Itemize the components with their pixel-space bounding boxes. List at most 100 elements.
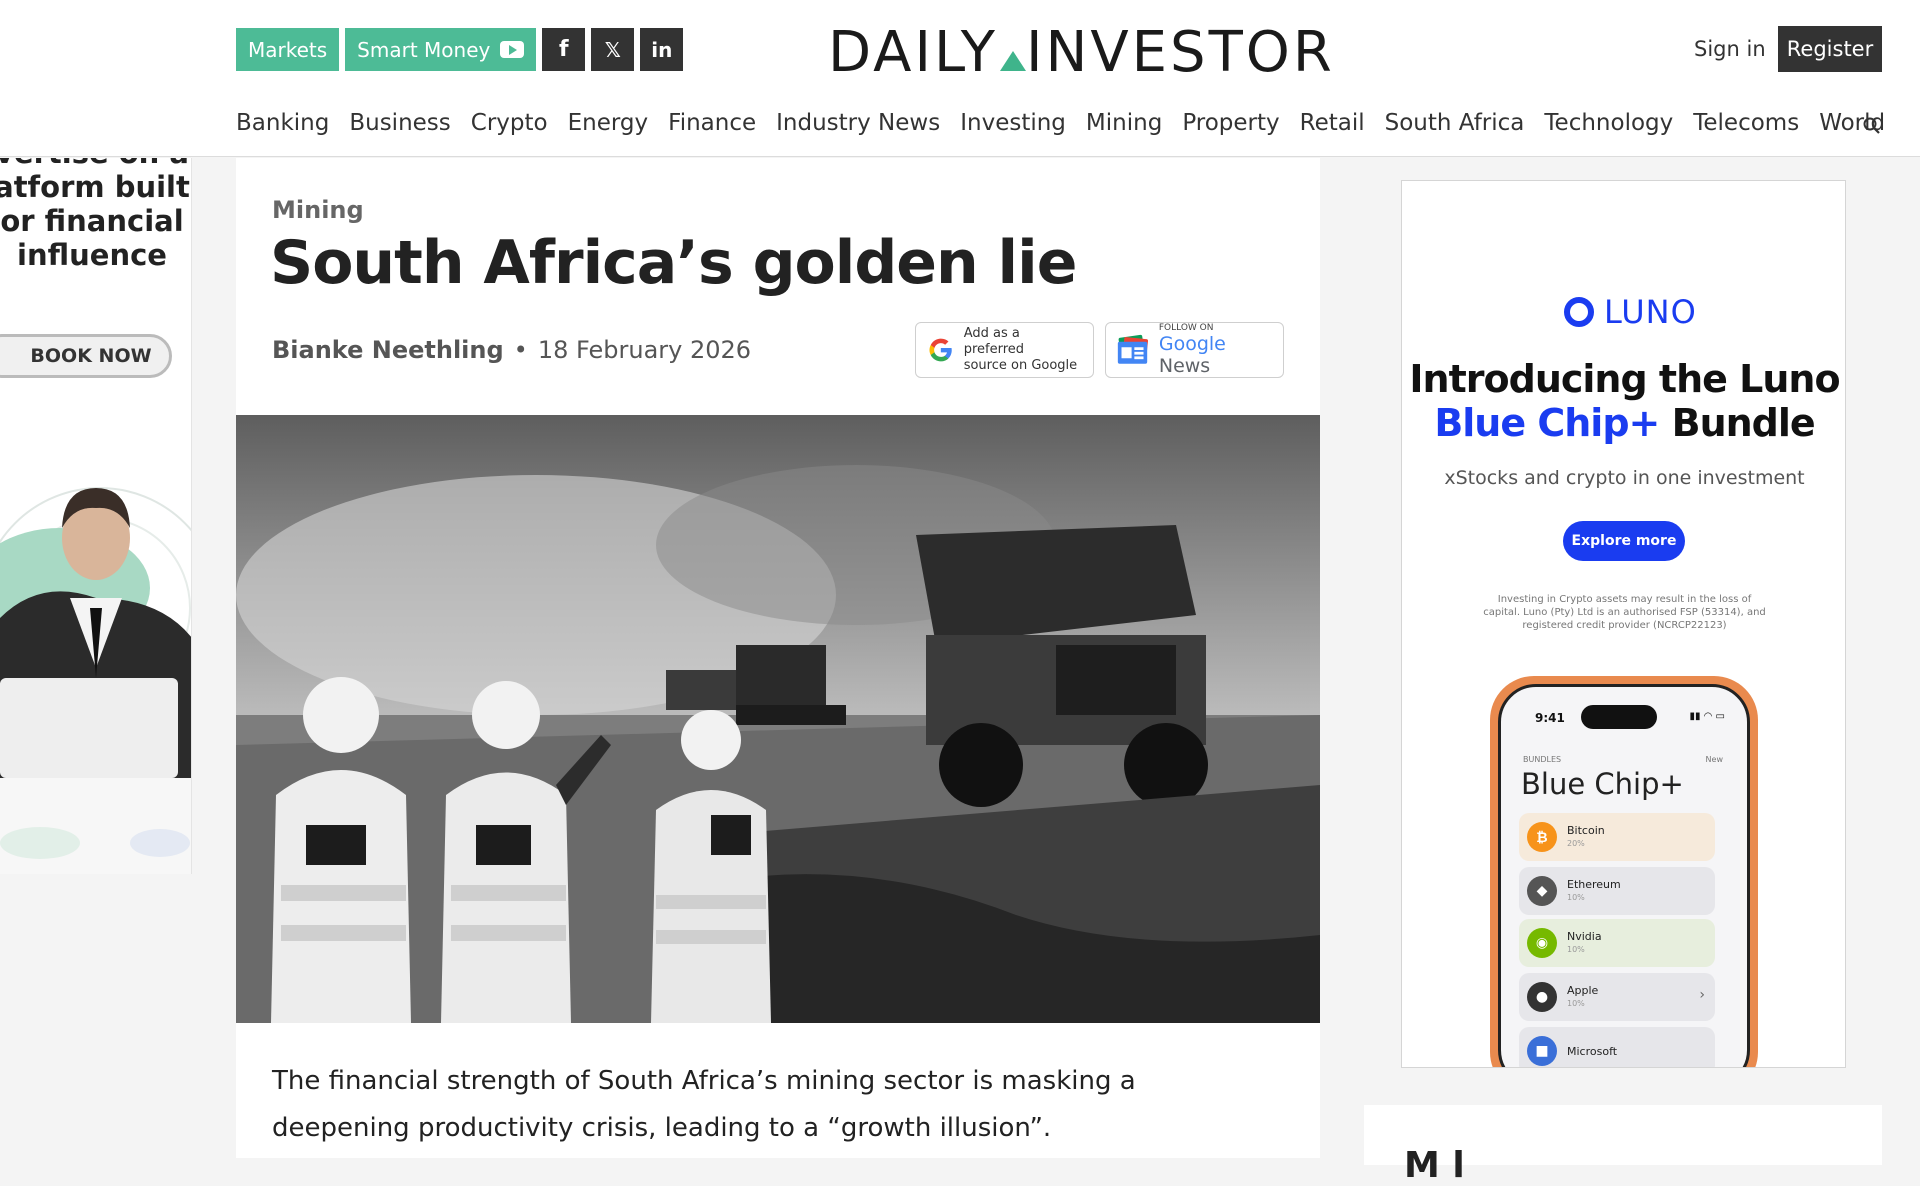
- dynamic-island: [1581, 705, 1657, 729]
- google-pref-line: Add as a preferred: [963, 326, 1024, 357]
- asset-name: Apple 10%: [1567, 984, 1598, 1010]
- nav-item-retail[interactable]: Retail: [1300, 110, 1365, 136]
- smart-money-label: Smart Money: [357, 37, 491, 62]
- ad-headline-blue: Blue Chip+: [1434, 401, 1660, 445]
- google-preferred-text: Add as a preferred source on Google: [964, 326, 1083, 374]
- ad-headline-line1: Introducing the Luno: [1409, 357, 1840, 401]
- site-logo[interactable]: DAILY INVESTOR: [828, 20, 1335, 85]
- smart-money-button[interactable]: Smart Money: [345, 28, 537, 71]
- logo-daily: DAILY: [828, 20, 998, 85]
- phone-time: 9:41: [1535, 711, 1565, 725]
- news-word: News: [1158, 355, 1211, 377]
- follow-google-news-button[interactable]: FOLLOW ON Google News: [1105, 322, 1284, 378]
- bitcoin-icon: ₿: [1527, 822, 1557, 852]
- asset-name: Microsoft: [1567, 1045, 1617, 1058]
- linkedin-icon[interactable]: in: [640, 28, 684, 71]
- logo-investor: INVESTOR: [1025, 20, 1335, 85]
- nav-item-telecoms[interactable]: Telecoms: [1693, 110, 1799, 136]
- microsoft-icon: ■: [1527, 1036, 1557, 1066]
- ad-subtitle: xStocks and crypto in one investment: [1444, 467, 1805, 489]
- nav-item-energy[interactable]: Energy: [568, 110, 649, 136]
- nav-item-industry-news[interactable]: Industry News: [776, 110, 940, 136]
- nav-item-south-africa[interactable]: South Africa: [1385, 110, 1525, 136]
- nav-item-investing[interactable]: Investing: [960, 110, 1066, 136]
- asset-title: Apple: [1567, 984, 1599, 997]
- asset-title: Bitcoin: [1567, 824, 1605, 837]
- sidebar-widget: M l: [1364, 1105, 1882, 1186]
- byline: Bianke Neethling • 18 February 2026: [272, 336, 751, 364]
- explore-more-button[interactable]: Explore more: [1563, 521, 1685, 561]
- facebook-glyph: f: [559, 37, 569, 62]
- linkedin-glyph: in: [651, 37, 673, 62]
- phone-title: Blue Chip+: [1521, 767, 1684, 801]
- markets-button[interactable]: Markets: [236, 28, 340, 71]
- facebook-icon[interactable]: f: [542, 28, 586, 71]
- asset-pct: 10%: [1567, 893, 1585, 902]
- asset-row: ₿ Bitcoin 20%: [1519, 813, 1715, 861]
- asset-title: Nvidia: [1567, 930, 1602, 943]
- google-news-text: Google News: [1159, 333, 1273, 377]
- google-preferred-source-button[interactable]: Add as a preferred source on Google: [915, 322, 1094, 378]
- asset-row: ■ Microsoft: [1519, 1027, 1715, 1067]
- asset-name: Nvidia 10%: [1567, 930, 1602, 956]
- asset-row: ◉ Nvidia 10%: [1519, 919, 1715, 967]
- ad-headline-line2: Blue Chip+ Bundle: [1402, 401, 1845, 445]
- article-lede: The financial strength of South Africa’s…: [272, 1066, 1136, 1143]
- phone-mockup: 9:41 ▮▮ ◠ ▭ BUNDLES New Blue Chip+ ₿ Bit…: [1490, 676, 1758, 1067]
- google-pref-line: source on Google: [963, 358, 1078, 373]
- left-ad-line: atform built: [0, 170, 190, 204]
- left-ad-text: vertise on a atform built or financial i…: [0, 158, 191, 272]
- nav-item-technology[interactable]: Technology: [1544, 110, 1673, 136]
- asset-title: Ethereum: [1567, 878, 1621, 891]
- left-advert[interactable]: vertise on a atform built or financial i…: [0, 158, 192, 874]
- asset-title: Microsoft: [1567, 1044, 1618, 1058]
- nav-item-crypto[interactable]: Crypto: [471, 110, 548, 136]
- luno-advert[interactable]: LUNO Introducing the Luno Blue Chip+ Bun…: [1401, 180, 1846, 1068]
- left-ad-line: or financial: [0, 204, 184, 238]
- author-link[interactable]: Bianke Neethling: [272, 336, 504, 364]
- sidebar-widget-heading: M l: [1404, 1145, 1465, 1186]
- ad-headline: Introducing the Luno Blue Chip+ Bundle: [1402, 357, 1845, 445]
- book-now-button[interactable]: BOOK NOW: [0, 334, 172, 378]
- follow-on-text: FOLLOW ON: [1158, 323, 1214, 333]
- search-icon[interactable]: [1862, 116, 1882, 136]
- nvidia-icon: ◉: [1527, 928, 1557, 958]
- article-category[interactable]: Mining: [272, 196, 364, 224]
- asset-name: Ethereum 10%: [1567, 878, 1621, 904]
- top-links: Markets Smart Money f 𝕏 in: [236, 28, 684, 71]
- asset-row: ● Apple 10% ›: [1519, 973, 1715, 1021]
- nav-item-banking[interactable]: Banking: [236, 110, 329, 136]
- ethereum-icon: ◆: [1527, 876, 1557, 906]
- nav-item-business[interactable]: Business: [349, 110, 450, 136]
- luno-ring-icon: [1564, 297, 1594, 327]
- nav-item-property[interactable]: Property: [1182, 110, 1279, 136]
- asset-name: Bitcoin 20%: [1567, 824, 1605, 850]
- nav-item-mining[interactable]: Mining: [1086, 110, 1162, 136]
- phone-screen: 9:41 ▮▮ ◠ ▭ BUNDLES New Blue Chip+ ₿ Bit…: [1498, 684, 1750, 1067]
- site-header: Markets Smart Money f 𝕏 in DAILY INVESTOR…: [0, 0, 1920, 157]
- businessman-image: [0, 448, 191, 874]
- luno-wordmark: LUNO: [1604, 293, 1697, 331]
- byline-separator: •: [513, 336, 528, 364]
- article-hero-image: [236, 415, 1320, 1023]
- markets-label: Markets: [248, 37, 328, 62]
- logo-triangle-icon: [999, 51, 1026, 71]
- asset-pct: 10%: [1567, 945, 1585, 954]
- asset-pct: 10%: [1567, 999, 1585, 1008]
- sign-in-link[interactable]: Sign in: [1694, 37, 1766, 61]
- google-news-label: FOLLOW ON Google News: [1159, 323, 1273, 377]
- x-twitter-icon[interactable]: 𝕏: [591, 28, 635, 71]
- article: Mining South Africa’s golden lie Bianke …: [236, 158, 1320, 1158]
- ad-disclaimer: Investing in Crypto assets may result in…: [1483, 594, 1766, 631]
- left-ad-line: vertise on a: [0, 158, 191, 170]
- apple-icon: ●: [1527, 982, 1557, 1012]
- x-glyph: 𝕏: [604, 37, 621, 62]
- google-news-icon: [1117, 334, 1148, 364]
- nav-item-finance[interactable]: Finance: [668, 110, 756, 136]
- left-ad-line: influence: [17, 238, 167, 272]
- phone-status-icons: ▮▮ ◠ ▭: [1689, 711, 1725, 722]
- register-button[interactable]: Register: [1778, 26, 1882, 72]
- google-g-icon: [929, 338, 952, 362]
- asset-row: ◆ Ethereum 10%: [1519, 867, 1715, 915]
- ad-headline-rest: Bundle: [1659, 401, 1816, 445]
